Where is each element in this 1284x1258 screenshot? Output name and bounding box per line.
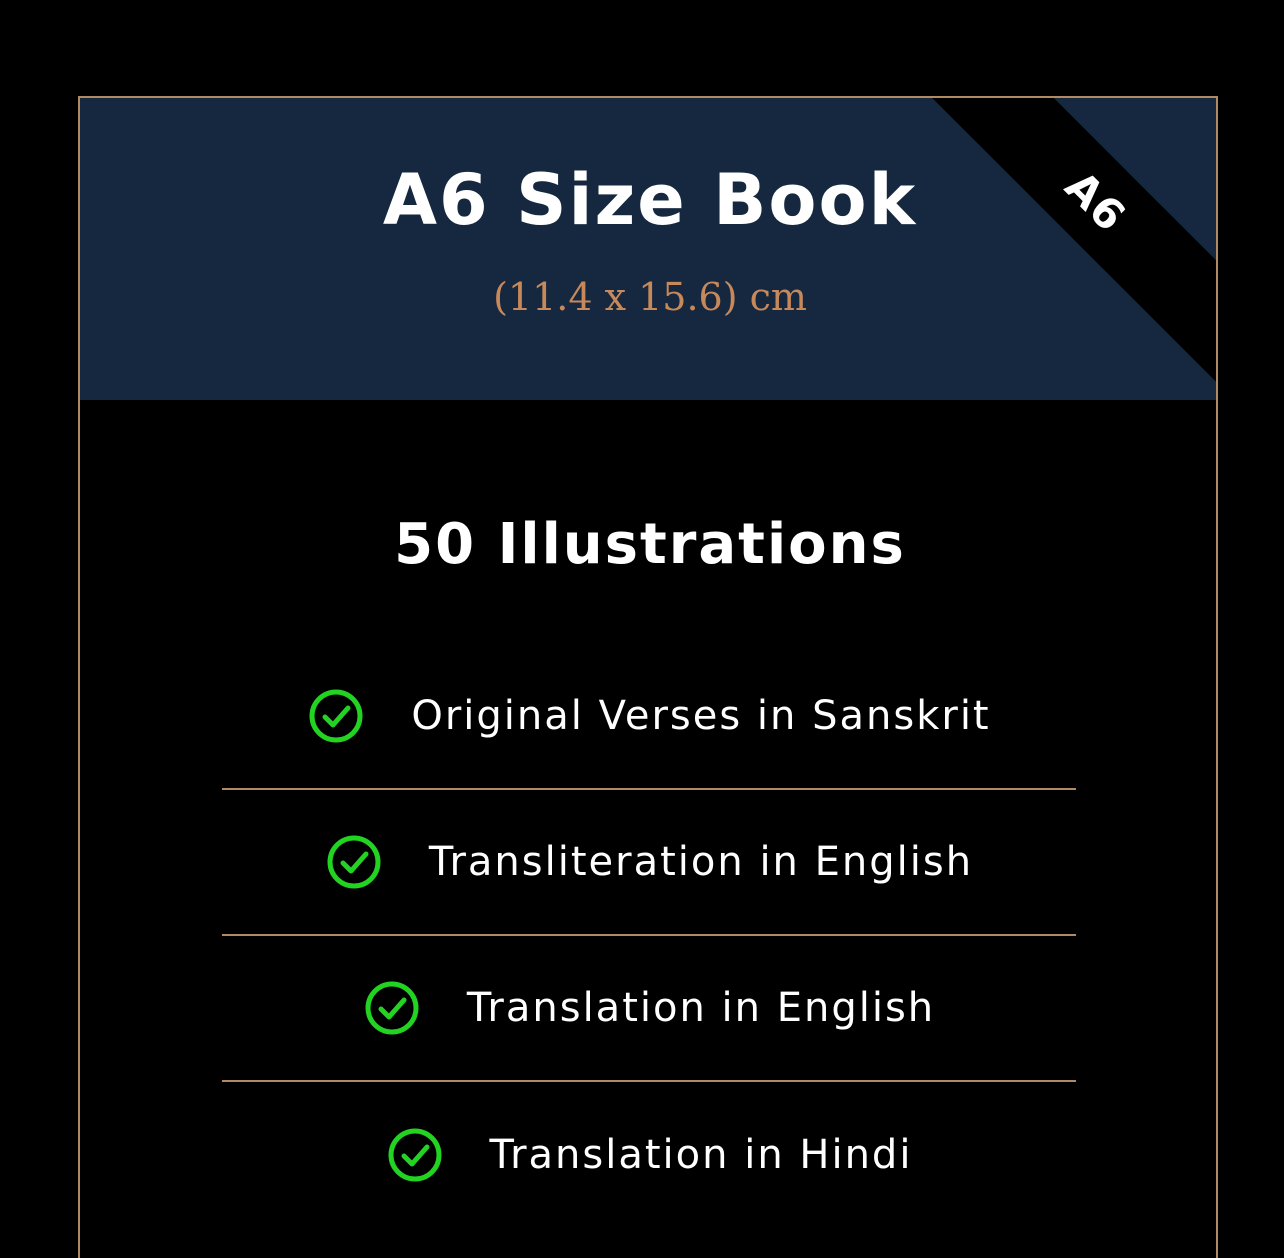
feature-item: Transliteration in English — [222, 790, 1076, 936]
feature-label: Transliteration in English — [428, 839, 974, 885]
feature-label: Translation in Hindi — [489, 1132, 913, 1178]
feature-item: Original Verses in Sanskrit — [222, 644, 1076, 790]
check-circle-icon — [327, 835, 381, 889]
feature-label: Original Verses in Sanskrit — [411, 693, 991, 739]
card-header: A6 A6 Size Book (11.4 x 15.6) cm — [80, 98, 1216, 416]
corner-ribbon: A6 — [881, 98, 1216, 416]
check-circle-icon — [365, 981, 419, 1035]
check-circle-icon — [388, 1128, 442, 1182]
card-subtitle: (11.4 x 15.6) cm — [493, 275, 807, 319]
feature-label: Translation in English — [466, 985, 936, 1031]
card-title: A6 Size Book — [382, 159, 918, 241]
feature-item: Translation in English — [222, 936, 1076, 1082]
product-card: A6 A6 Size Book (11.4 x 15.6) cm 50 Illu… — [78, 96, 1218, 1258]
illustrations-heading: 50 Illustrations — [394, 512, 906, 577]
check-circle-icon — [309, 689, 363, 743]
feature-item: Translation in Hindi — [222, 1082, 1076, 1228]
feature-list: Original Verses in Sanskrit Transliterat… — [222, 644, 1076, 1228]
